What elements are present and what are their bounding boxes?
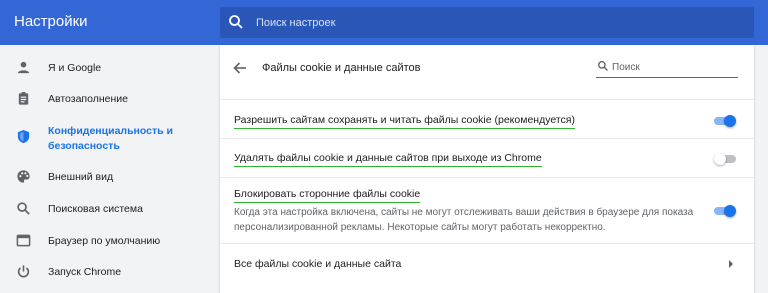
search-icon (598, 61, 608, 71)
toggle-knob (714, 153, 726, 165)
sidebar-item-on-startup[interactable]: Запуск Chrome (0, 262, 210, 282)
divider (220, 177, 754, 178)
cookies-settings-card: Файлы cookie и данные сайтов Разрешить с… (220, 45, 754, 293)
sidebar: Я и Google Автозаполнение Конфиденциальн… (0, 45, 220, 293)
browser-icon (16, 234, 31, 247)
sidebar-item-label: Автозаполнение (48, 93, 128, 105)
sidebar-item-autofill[interactable]: Автозаполнение (0, 89, 210, 109)
block-third-party-description: Когда эта настройка включена, сайты не м… (234, 207, 694, 233)
search-input[interactable] (256, 13, 736, 32)
sidebar-item-label: Поисковая система (48, 203, 143, 215)
shield-icon (17, 129, 30, 144)
block-third-party-label: Блокировать сторонние файлы cookie (234, 188, 421, 203)
block-third-party-toggle[interactable] (714, 205, 736, 217)
all-cookies-link: Все файлы cookie и данные сайта (234, 258, 402, 270)
sidebar-item-label: Запуск Chrome (48, 266, 122, 278)
sidebar-item-default-browser[interactable]: Браузер по умолчанию (0, 231, 210, 251)
search-icon (17, 202, 30, 215)
top-bar: Настройки (0, 0, 768, 45)
palette-icon (17, 170, 30, 183)
sidebar-item-label: Я и Google (48, 62, 102, 74)
person-icon (17, 61, 30, 74)
power-icon (17, 265, 30, 278)
clipboard-icon (18, 91, 29, 105)
sidebar-item-you-and-google[interactable]: Я и Google (0, 58, 210, 78)
back-arrow-icon[interactable] (232, 60, 248, 76)
allow-cookies-toggle[interactable] (714, 115, 736, 127)
cookies-search-input[interactable] (612, 59, 732, 75)
page-title: Файлы cookie и данные сайтов (262, 62, 421, 74)
search-icon (229, 15, 243, 29)
divider (220, 138, 754, 139)
toggle-knob (724, 115, 736, 127)
cookies-search[interactable] (596, 58, 738, 78)
sidebar-item-search-engine[interactable]: Поисковая система (0, 199, 210, 219)
sidebar-item-label: Браузер по умолчанию (48, 235, 161, 247)
sidebar-item-appearance[interactable]: Внешний вид (0, 167, 210, 187)
sidebar-item-label: Внешний вид (48, 171, 114, 183)
chevron-right-icon (729, 260, 733, 268)
sidebar-item-privacy[interactable]: Конфиденциальность и безопасность (0, 121, 210, 155)
clear-on-exit-toggle[interactable] (714, 153, 736, 165)
sidebar-item-label: Конфиденциальность и безопасность (48, 125, 173, 152)
all-cookies-row[interactable]: Все файлы cookie и данные сайта (220, 244, 754, 284)
app-title: Настройки (14, 13, 88, 30)
settings-search[interactable] (220, 7, 754, 38)
divider (220, 99, 754, 100)
clear-on-exit-label: Удалять файлы cookie и данные сайтов при… (234, 152, 542, 167)
toggle-knob (724, 205, 736, 217)
allow-cookies-label: Разрешить сайтам сохранять и читать файл… (234, 114, 575, 129)
